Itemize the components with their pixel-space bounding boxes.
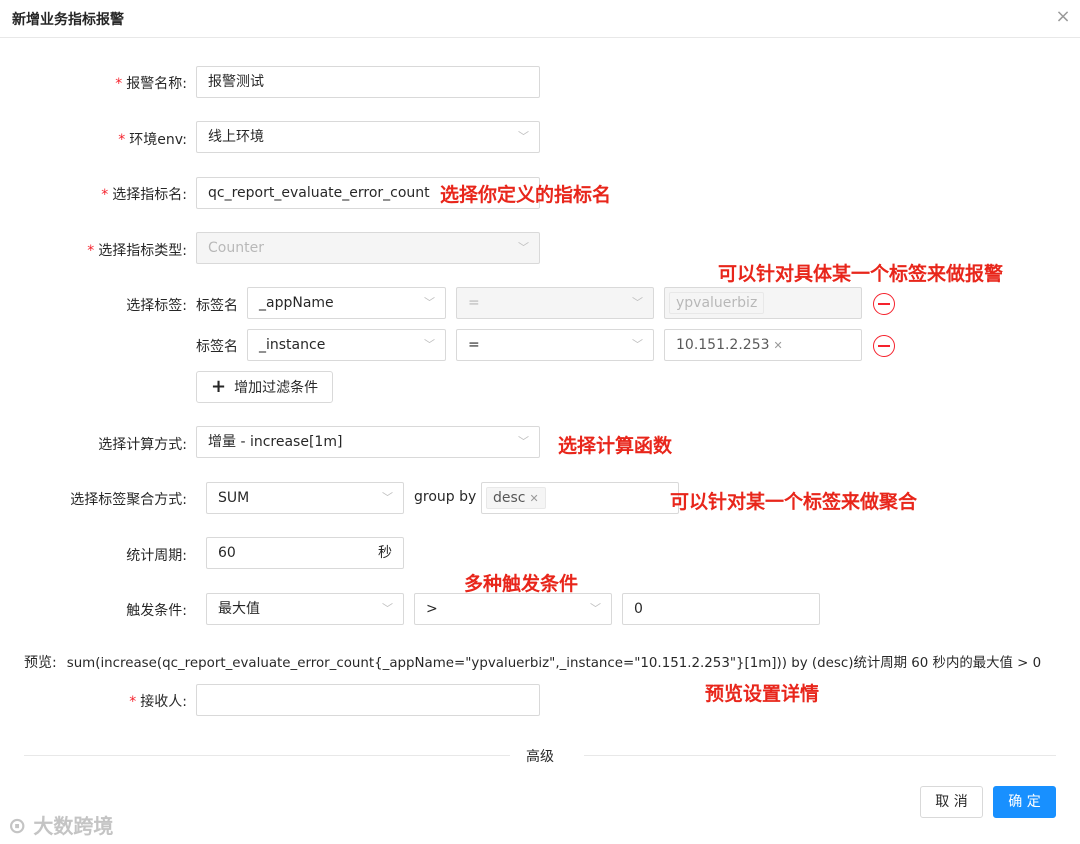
chevron-down-icon: ﹀ — [632, 338, 643, 351]
trigger-op-value: > — [426, 601, 438, 617]
period-unit: 秒 — [378, 545, 392, 561]
chevron-down-icon: ﹀ — [518, 241, 529, 254]
chevron-down-icon: ﹀ — [590, 602, 601, 615]
period-input[interactable]: 60 秒 — [206, 537, 404, 569]
annotation-preview: 预览设置详情 — [705, 683, 820, 705]
alert-name-input[interactable]: 报警测试 — [196, 66, 540, 98]
aggregate-value: SUM — [218, 490, 250, 506]
tag-value-chip: 10.151.2.253 ✕ — [669, 334, 790, 356]
annotation-metric-name: 选择你定义的指标名 — [440, 184, 612, 206]
chevron-down-icon: ﹀ — [632, 296, 643, 309]
dialog-header: 新增业务指标报警 × — [0, 0, 1080, 38]
tag-row-label: 标签名 — [196, 298, 238, 314]
calc-label: 选择计算方式: — [98, 437, 187, 453]
trigger-func-value: 最大值 — [218, 601, 260, 617]
plus-icon: + — [211, 376, 227, 397]
period-label: 统计周期: — [126, 548, 187, 564]
remove-circle-icon[interactable] — [873, 293, 895, 315]
required-mark: * — [115, 76, 123, 92]
env-label: * 环境env: — [118, 129, 187, 149]
confirm-button[interactable]: 确 定 — [993, 786, 1056, 818]
preview-text: sum(increase(qc_report_evaluate_error_co… — [66, 656, 1042, 671]
tag-op-select[interactable]: = ﹀ — [456, 329, 654, 361]
add-filter-button[interactable]: + 增加过滤条件 — [196, 371, 333, 403]
required-mark: * — [87, 243, 95, 259]
metric-type-label: * 选择指标类型: — [87, 240, 187, 260]
advanced-toggle[interactable]: 高级 — [526, 746, 554, 766]
preview-label: 预览: — [24, 655, 57, 671]
tag-key-select[interactable]: _appName ﹀ — [247, 287, 446, 319]
tag-op-select: = ﹀ — [456, 287, 654, 319]
preview-line: 预览: sum(increase(qc_report_evaluate_error… — [24, 651, 1041, 672]
receiver-label: * 接收人: — [129, 691, 187, 711]
tag-key-value: _instance — [259, 337, 326, 353]
required-mark: * — [129, 694, 137, 710]
trigger-op-select[interactable]: > ﹀ — [414, 593, 612, 625]
annotation-trigger: 多种触发条件 — [464, 573, 579, 595]
remove-circle-icon[interactable] — [873, 335, 895, 357]
metric-type-label-text: 选择指标类型: — [98, 243, 187, 259]
add-filter-label: 增加过滤条件 — [234, 380, 319, 396]
close-icon[interactable]: ✕ — [774, 339, 783, 352]
watermark-text: 大数跨境 — [33, 814, 114, 838]
logo-icon: ⊙ — [8, 814, 27, 839]
chevron-down-icon: ﹀ — [382, 602, 393, 615]
alert-name-label-text: 报警名称: — [126, 76, 187, 92]
period-value: 60 — [218, 545, 236, 561]
metric-name-label: * 选择指标名: — [101, 184, 187, 204]
chevron-down-icon: ﹀ — [424, 296, 435, 309]
aggregate-select[interactable]: SUM ﹀ — [206, 482, 404, 514]
chevron-down-icon: ﹀ — [424, 338, 435, 351]
group-by-label: group by — [414, 489, 477, 505]
cancel-button[interactable]: 取 消 — [920, 786, 983, 818]
env-label-text: 环境env: — [129, 132, 187, 148]
metric-type-value: Counter — [208, 240, 264, 256]
tag-row-label: 标签名 — [196, 339, 238, 355]
tags-label: 选择标签: — [126, 298, 187, 314]
required-mark: * — [101, 187, 109, 203]
annotation-aggregate: 可以针对某一个标签来做聚合 — [670, 491, 918, 513]
env-select[interactable]: 线上环境 ﹀ — [196, 121, 540, 153]
metric-name-value: qc_report_evaluate_error_count — [208, 185, 430, 201]
tag-value-select: ypvaluerbiz — [664, 287, 862, 319]
tag-key-value: _appName — [259, 295, 334, 311]
tag-key-select[interactable]: _instance ﹀ — [247, 329, 446, 361]
close-icon[interactable]: ✕ — [530, 492, 539, 505]
calc-select[interactable]: 增量 - increase[1m] ﹀ — [196, 426, 540, 458]
chevron-down-icon: ﹀ — [518, 130, 529, 143]
tag-op-value: = — [468, 337, 480, 353]
metric-name-label-text: 选择指标名: — [112, 187, 187, 203]
tag-value-chip-text: 10.151.2.253 — [676, 337, 770, 353]
aggregate-label: 选择标签聚合方式: — [70, 492, 187, 508]
required-mark: * — [118, 132, 126, 148]
alert-name-label: * 报警名称: — [115, 73, 187, 93]
receiver-input[interactable] — [196, 684, 540, 716]
chevron-down-icon: ﹀ — [518, 435, 529, 448]
group-by-chip-text: desc — [493, 490, 526, 506]
annotation-tag: 可以针对具体某一个标签来做报警 — [718, 263, 1004, 285]
tag-value-select[interactable]: 10.151.2.253 ✕ — [664, 329, 862, 361]
chevron-down-icon: ﹀ — [382, 491, 393, 504]
trigger-threshold-input[interactable]: 0 — [622, 593, 820, 625]
annotation-calc: 选择计算函数 — [558, 435, 673, 457]
tag-op-value: = — [468, 295, 480, 311]
close-icon[interactable]: × — [1054, 8, 1072, 26]
watermark-logo: ⊙ 大数跨境 — [8, 810, 113, 839]
metric-type-select: Counter ﹀ — [196, 232, 540, 264]
divider — [24, 755, 510, 756]
calc-value: 增量 - increase[1m] — [208, 434, 343, 450]
tag-value-chip: ypvaluerbiz — [669, 292, 765, 314]
receiver-label-text: 接收人: — [140, 694, 187, 710]
group-by-select[interactable]: desc ✕ — [481, 482, 679, 514]
dialog-title: 新增业务指标报警 — [12, 12, 124, 28]
group-by-chip: desc ✕ — [486, 487, 546, 509]
divider — [584, 755, 1056, 756]
trigger-func-select[interactable]: 最大值 ﹀ — [206, 593, 404, 625]
env-select-value: 线上环境 — [208, 129, 264, 145]
trigger-label: 触发条件: — [126, 603, 187, 619]
